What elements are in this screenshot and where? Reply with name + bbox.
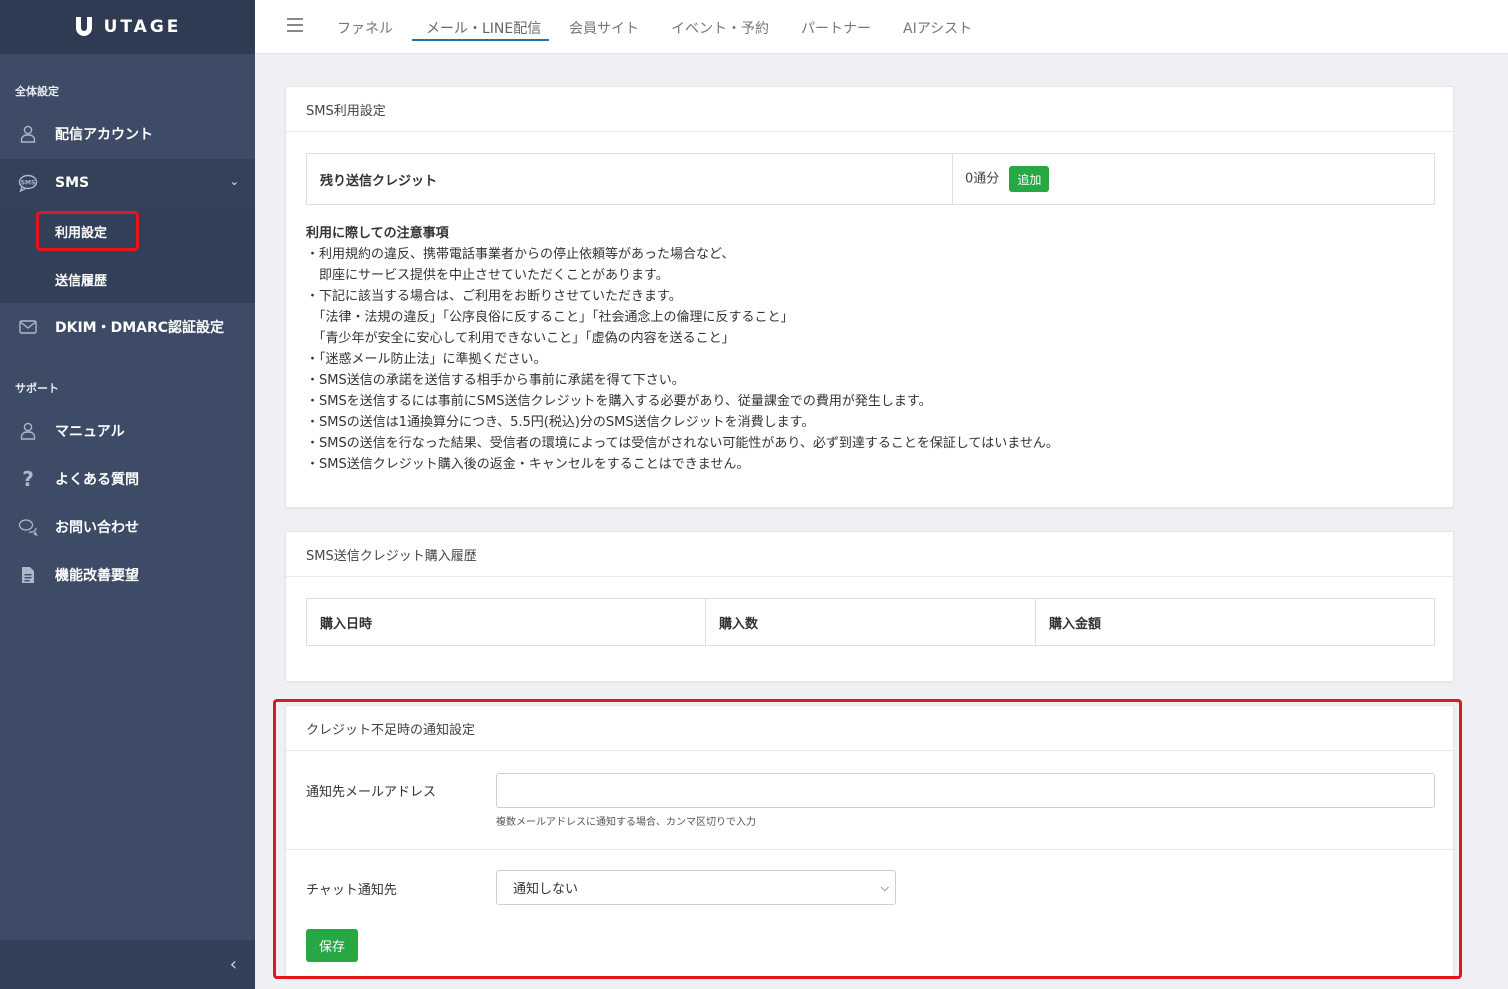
tab-mail-line[interactable]: メール・LINE配信	[426, 18, 541, 38]
sidebar-item-label: お問い合わせ	[55, 520, 139, 536]
credit-label: 残り送信クレジット	[306, 153, 953, 205]
user-icon	[18, 421, 38, 441]
note-line: ・SMSを送信するには事前にSMS送信クレジットを購入する必要があり、従量課金で…	[306, 394, 932, 409]
sidebar-item-delivery-account[interactable]: 配信アカウント	[0, 110, 255, 158]
note-line: ・利用規約の違反、携帯電話事業者からの停止依頼等があった場合など、	[306, 247, 735, 262]
tab-ai-assist[interactable]: AIアシスト	[903, 18, 972, 38]
sidebar-item-manual[interactable]: マニュアル	[0, 407, 255, 455]
purchase-history-table: 購入日時 購入数 購入金額	[306, 598, 1435, 646]
column-header: 購入日時	[306, 598, 706, 646]
credit-cell: 0通分 追加	[952, 153, 1435, 205]
document-icon	[18, 565, 38, 585]
active-tab-indicator	[412, 39, 549, 41]
tab-funnel[interactable]: ファネル	[337, 18, 393, 38]
sidebar-item-faq[interactable]: ? よくある質問	[0, 455, 255, 503]
sidebar-item-label: DKIM・DMARC認証設定	[55, 320, 225, 336]
sidebar-item-feature-request[interactable]: 機能改善要望	[0, 551, 255, 599]
purchase-history-card: SMS送信クレジット購入履歴 購入日時 購入数 購入金額	[285, 531, 1454, 682]
card-title: SMS送信クレジット購入履歴	[286, 532, 1453, 577]
highlight-notification-card	[273, 699, 1462, 979]
column-header: 購入数	[705, 598, 1036, 646]
usage-notes: 利用に際しての注意事項 ・利用規約の違反、携帯電話事業者からの停止依頼等があった…	[306, 223, 1059, 475]
hamburger-menu-icon[interactable]	[287, 18, 303, 32]
note-line: ・SMS送信クレジット購入後の返金・キャンセルをすることはできません。	[306, 457, 750, 472]
sidebar-item-sms-history[interactable]: 送信履歴	[0, 255, 255, 303]
note-line: ・下記に該当する場合は、ご利用をお断りさせていただきます。	[306, 289, 682, 304]
tab-event[interactable]: イベント・予約	[671, 18, 769, 38]
top-navigation: ファネル メール・LINE配信 会員サイト イベント・予約 パートナー AIアシ…	[255, 0, 1508, 54]
note-line: 「法律・法規の違反」「公序良俗に反すること」「社会通念上の倫理に反すること」	[306, 310, 794, 325]
note-line: ・「迷惑メール防止法」に準拠ください。	[306, 352, 547, 367]
sidebar-item-contact[interactable]: お問い合わせ	[0, 503, 255, 551]
utage-logo-icon	[75, 17, 92, 36]
tab-partner[interactable]: パートナー	[801, 18, 871, 38]
sidebar-item-label: 送信履歴	[55, 273, 108, 289]
note-line: ・SMSの送信は1通換算分につき、5.5円(税込)分のSMS送信クレジットを消費…	[306, 415, 815, 430]
add-credit-button[interactable]: 追加	[1009, 166, 1050, 192]
section-support-label: サポート	[15, 382, 59, 395]
user-icon	[18, 124, 38, 144]
column-header: 購入金額	[1035, 598, 1435, 646]
sidebar-item-label: よくある質問	[55, 472, 139, 488]
notes-title: 利用に際しての注意事項	[306, 226, 449, 241]
chevron-left-icon[interactable]: ‹	[230, 954, 237, 975]
sidebar-item-label: SMS	[55, 175, 90, 191]
credit-table: 残り送信クレジット 0通分 追加	[306, 153, 1435, 205]
sidebar-item-label: 配信アカウント	[55, 127, 153, 143]
sms-chat-icon: SMS	[18, 173, 38, 193]
note-line: 「青少年が安全に安心して利用できないこと」「虚偽の内容を送ること」	[306, 331, 735, 346]
note-line: ・SMSの送信を行なった結果、受信者の環境によっては受信がされない可能性があり、…	[306, 436, 1059, 451]
sms-settings-card: SMS利用設定 残り送信クレジット 0通分 追加 利用に際しての注意事項 ・利用…	[285, 86, 1454, 508]
credit-value: 0通分	[965, 171, 1000, 187]
tab-member-site[interactable]: 会員サイト	[569, 18, 639, 38]
svg-text:SMS: SMS	[21, 180, 36, 187]
sidebar-item-label: マニュアル	[55, 424, 125, 440]
logo-text: UTAGE	[103, 17, 182, 37]
sidebar: UTAGE 全体設定 配信アカウント SMS SMS ⌄ 利用設定 送信履歴 D…	[0, 0, 255, 989]
highlight-sms-settings	[36, 211, 139, 251]
logo[interactable]: UTAGE	[0, 0, 255, 54]
chat-bubbles-icon	[18, 517, 38, 537]
sidebar-item-label: 機能改善要望	[55, 568, 139, 584]
question-icon: ?	[22, 467, 34, 491]
chevron-down-icon: ⌄	[229, 175, 239, 188]
note-line: ・SMS送信の承諾を送信する相手から事前に承諾を得て下さい。	[306, 373, 685, 388]
sidebar-item-dkim[interactable]: DKIM・DMARC認証設定	[0, 303, 255, 351]
card-title: SMS利用設定	[286, 87, 1453, 132]
envelope-icon	[18, 317, 38, 337]
sidebar-item-sms[interactable]: SMS SMS ⌄	[0, 159, 255, 207]
sidebar-footer: ‹	[0, 940, 255, 989]
section-general-label: 全体設定	[15, 85, 59, 98]
note-line: 即座にサービス提供を中止させていただくことがあります。	[306, 268, 669, 283]
